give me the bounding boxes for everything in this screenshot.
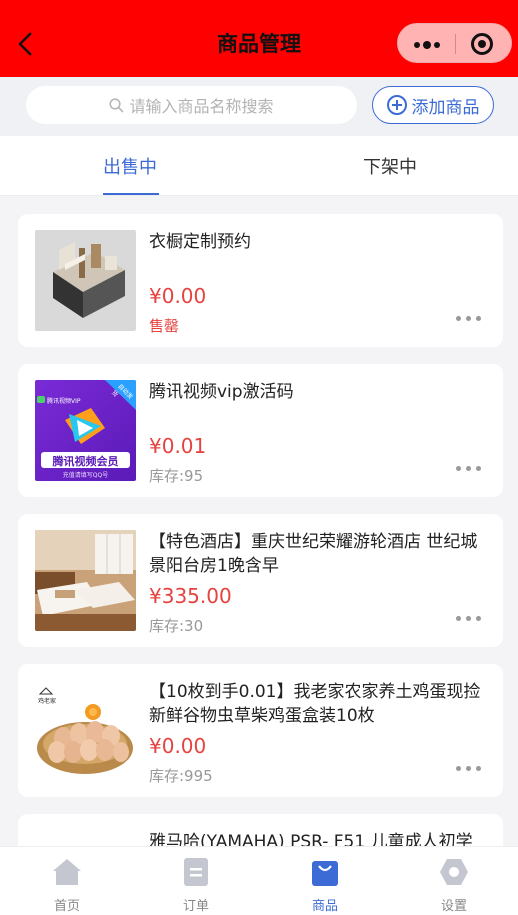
product-stock: 库存:30: [149, 617, 204, 635]
product-card[interactable]: 鸡老家 【10枚到手0.01】我老家农家养土鸡蛋现捡新鲜谷物虫草柴鸡蛋盒装10枚…: [18, 664, 503, 797]
tabbar-label: 设置: [440, 899, 467, 914]
product-card[interactable]: 腾讯视频VIP 自动发货 腾讯视频会员 充值请填写QQ号 腾讯视频vip激活码 …: [18, 364, 503, 497]
more-options-icon[interactable]: [456, 766, 482, 772]
tabbar-item-home[interactable]: 首页: [27, 857, 107, 914]
close-mini-program-icon[interactable]: [471, 33, 493, 55]
product-card[interactable]: 【特色酒店】重庆世纪荣耀游轮酒店 世纪城景阳台房1晚含早 ¥335.00 库存:…: [18, 514, 503, 647]
product-price: ¥0.00: [149, 284, 207, 308]
more-options-icon[interactable]: [456, 616, 482, 622]
active-tab-indicator: [103, 193, 159, 195]
more-options-icon[interactable]: [456, 466, 482, 472]
tabbar-label: 首页: [53, 899, 80, 914]
search-placeholder: 请输入商品名称搜索: [129, 97, 274, 116]
product-image-hotel-room: [35, 530, 136, 631]
product-name: 衣橱定制预约: [149, 232, 251, 252]
more-options-icon[interactable]: [456, 316, 482, 322]
product-image-wardrobe: [35, 230, 136, 331]
bottom-tab-bar: 首页 订单 商品 设置: [0, 846, 518, 915]
bag-icon: [312, 861, 338, 886]
add-product-label: 添加商品: [411, 97, 480, 118]
vip-card-top-text: 腾讯视频VIP: [47, 398, 81, 405]
product-card[interactable]: 衣橱定制预约 ¥0.00 售罄: [18, 214, 503, 347]
tabbar-label: 订单: [182, 899, 209, 914]
add-product-button[interactable]: 添加商品: [372, 86, 494, 124]
navbar: 商品管理: [0, 0, 518, 77]
status-tabs: 出售中 下架中: [0, 136, 518, 196]
vip-card-main-text: 腾讯视频会员: [52, 455, 119, 468]
tabbar-item-products[interactable]: 商品: [285, 857, 365, 914]
product-price: ¥0.01: [149, 434, 207, 458]
product-image-eggs: 鸡老家: [35, 680, 136, 781]
search-icon: [109, 97, 125, 113]
egg-brand-logo-text: 鸡老家: [38, 698, 57, 705]
gear-icon: [440, 859, 468, 885]
product-image-tencent-vip: 腾讯视频VIP 自动发货 腾讯视频会员 充值请填写QQ号: [35, 380, 136, 481]
capsule-divider: [455, 34, 456, 54]
mini-program-capsule: [397, 23, 512, 63]
vip-card-sub-text: 充值请填写QQ号: [62, 472, 109, 479]
order-icon: [184, 858, 208, 886]
search-input[interactable]: 请输入商品名称搜索: [26, 86, 357, 124]
plus-circle-icon: [386, 95, 407, 115]
tab-on-sale[interactable]: 出售中: [80, 136, 180, 196]
tabbar-label: 商品: [311, 899, 338, 914]
product-stock: 库存:95: [149, 467, 204, 485]
home-icon: [53, 859, 81, 885]
product-stock: 售罄: [149, 317, 180, 335]
tabbar-item-orders[interactable]: 订单: [156, 857, 236, 914]
product-name: 腾讯视频vip激活码: [149, 382, 294, 402]
product-price: ¥0.00: [149, 734, 207, 758]
product-price: ¥335.00: [149, 584, 232, 608]
more-menu-icon[interactable]: [414, 41, 440, 49]
product-name: 【特色酒店】重庆世纪荣耀游轮酒店 世纪城景阳台房1晚含早: [149, 532, 478, 576]
search-bar: 请输入商品名称搜索 添加商品: [0, 77, 518, 136]
tab-off-shelf[interactable]: 下架中: [340, 136, 440, 196]
product-stock: 库存:995: [149, 767, 213, 785]
tabbar-item-settings[interactable]: 设置: [414, 857, 494, 914]
product-name: 【10枚到手0.01】我老家农家养土鸡蛋现捡新鲜谷物虫草柴鸡蛋盒装10枚: [149, 682, 481, 726]
